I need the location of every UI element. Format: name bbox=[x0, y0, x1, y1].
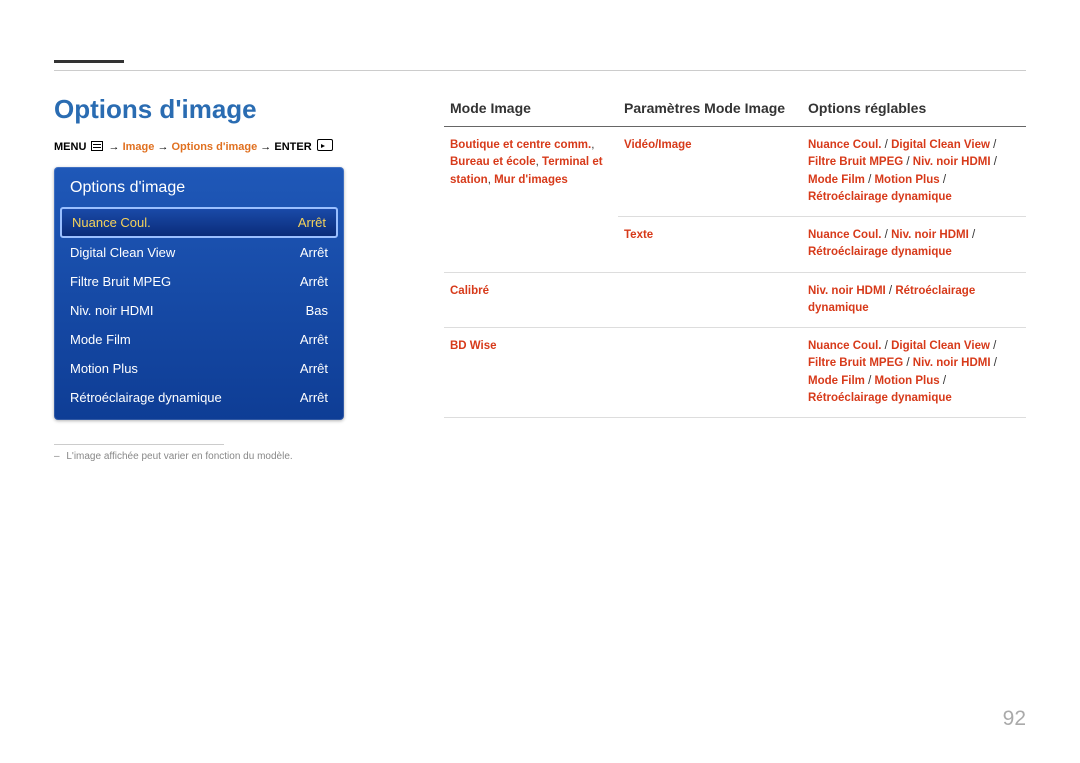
bc-options: Options d'image bbox=[172, 141, 258, 153]
th-mode-image: Mode Image bbox=[444, 94, 618, 127]
bc-enter: ENTER bbox=[274, 141, 311, 153]
footnote-dash: – bbox=[54, 451, 60, 462]
osd-item-0[interactable]: Nuance Coul. Arrêt bbox=[60, 207, 338, 238]
table-row: Calibré Niv. noir HDMI / Rétroéclairage d… bbox=[444, 272, 1026, 328]
cell-param-mode: Vidéo/Image bbox=[618, 127, 802, 217]
table-row: BD Wise Nuance Coul. / Digital Clean View… bbox=[444, 328, 1026, 418]
osd-title: Options d'image bbox=[56, 167, 342, 207]
osd-item-2[interactable]: Filtre Bruit MPEG Arrêt bbox=[56, 267, 342, 296]
breadcrumb: MENU → Image → Options d'image → ENTER bbox=[54, 139, 404, 153]
rule-long bbox=[54, 70, 1026, 71]
footnote-rule bbox=[54, 444, 224, 445]
osd-item-6[interactable]: Rétroéclairage dynamique Arrêt bbox=[56, 383, 342, 412]
osd-item-value: Arrêt bbox=[300, 361, 328, 376]
osd-item-label: Digital Clean View bbox=[70, 245, 175, 260]
footnote: – L'image affichée peut varier en foncti… bbox=[54, 451, 404, 462]
options-table: Mode Image Paramètres Mode Image Options… bbox=[444, 94, 1026, 418]
page-number: 92 bbox=[1003, 707, 1026, 731]
page-title: Options d'image bbox=[54, 94, 404, 125]
osd-item-label: Filtre Bruit MPEG bbox=[70, 274, 171, 289]
osd-item-4[interactable]: Mode Film Arrêt bbox=[56, 325, 342, 354]
th-options-reglables: Options réglables bbox=[802, 94, 1026, 127]
cell-options: Nuance Coul. / Niv. noir HDMI / Rétroécl… bbox=[802, 217, 1026, 273]
osd-panel: Options d'image Nuance Coul.ArrêtDigital… bbox=[54, 167, 344, 420]
osd-item-label: Motion Plus bbox=[70, 361, 138, 376]
osd-item-value: Arrêt bbox=[300, 274, 328, 289]
cell-param-mode bbox=[618, 328, 802, 418]
osd-item-value: Bas bbox=[306, 303, 328, 318]
cell-options: Niv. noir HDMI / Rétroéclairage dynamiqu… bbox=[802, 272, 1026, 328]
osd-item-1[interactable]: Digital Clean View Arrêt bbox=[56, 238, 342, 267]
bc-arrow-1: → bbox=[109, 141, 120, 153]
osd-item-5[interactable]: Motion Plus Arrêt bbox=[56, 354, 342, 383]
cell-options: Nuance Coul. / Digital Clean View / Filt… bbox=[802, 127, 1026, 217]
osd-item-label: Rétroéclairage dynamique bbox=[70, 390, 222, 405]
osd-item-value: Arrêt bbox=[300, 332, 328, 347]
osd-item-label: Nuance Coul. bbox=[72, 215, 151, 230]
cell-mode-image: Boutique et centre comm., Bureau et écol… bbox=[444, 127, 618, 273]
osd-item-value: Arrêt bbox=[300, 245, 328, 260]
table-row: Boutique et centre comm., Bureau et écol… bbox=[444, 127, 1026, 217]
osd-item-3[interactable]: Niv. noir HDMI Bas bbox=[56, 296, 342, 325]
cell-param-mode bbox=[618, 272, 802, 328]
enter-icon bbox=[317, 139, 333, 151]
cell-options: Nuance Coul. / Digital Clean View / Filt… bbox=[802, 328, 1026, 418]
right-column: Mode Image Paramètres Mode Image Options… bbox=[444, 94, 1026, 462]
cell-mode-image: Calibré bbox=[444, 272, 618, 328]
menu-icon bbox=[91, 141, 103, 151]
bc-arrow-2: → bbox=[157, 141, 168, 153]
rule-short bbox=[54, 60, 124, 63]
th-param-mode: Paramètres Mode Image bbox=[618, 94, 802, 127]
left-column: Options d'image MENU → Image → Options d… bbox=[54, 94, 404, 462]
bc-image: Image bbox=[123, 141, 155, 153]
osd-item-label: Mode Film bbox=[70, 332, 131, 347]
osd-item-value: Arrêt bbox=[300, 390, 328, 405]
cell-mode-image: BD Wise bbox=[444, 328, 618, 418]
osd-item-label: Niv. noir HDMI bbox=[70, 303, 154, 318]
osd-item-value: Arrêt bbox=[298, 215, 326, 230]
cell-param-mode: Texte bbox=[618, 217, 802, 273]
bc-arrow-3: → bbox=[260, 141, 271, 153]
bc-menu: MENU bbox=[54, 141, 86, 153]
footnote-text: L'image affichée peut varier en fonction… bbox=[66, 451, 292, 462]
